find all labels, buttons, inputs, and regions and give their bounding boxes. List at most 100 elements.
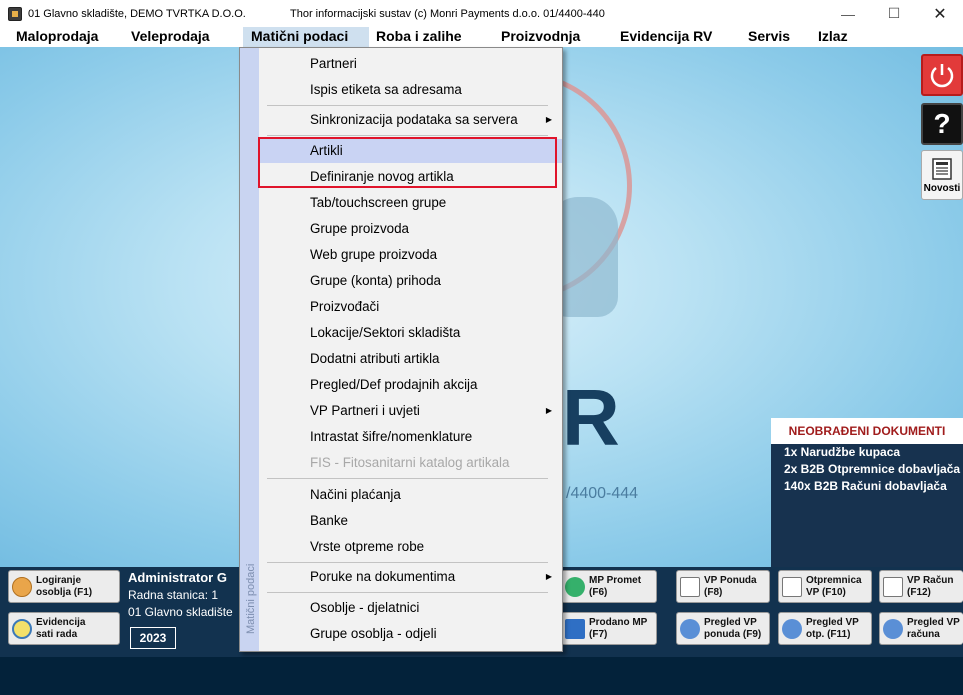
menu-servis[interactable]: Servis xyxy=(748,27,818,47)
window-title-center: Thor informacijski sustav (c) Monri Paym… xyxy=(290,7,605,20)
submenu-arrow-icon: ▶ xyxy=(545,572,552,581)
menu-item-web-grupe[interactable]: Web grupe proizvoda xyxy=(259,243,562,267)
title-bar: 01 Glavno skladište, DEMO TVRTKA D.O.O. … xyxy=(0,0,963,27)
user-name: Administrator G xyxy=(128,570,227,585)
docs-panel-title: NEOBRAĐENI DOKUMENTI xyxy=(771,418,963,444)
power-icon xyxy=(930,64,954,88)
power-button[interactable] xyxy=(921,54,963,96)
menu-item-tab-grupe[interactable]: Tab/touchscreen grupe xyxy=(259,191,562,215)
menu-side-strip: Matični podaci xyxy=(240,48,259,651)
window-controls: — ☐ ✕ xyxy=(825,0,963,27)
vp-invoices-overview-label: Pregled VP računa xyxy=(907,616,960,640)
menu-izlaz[interactable]: Izlaz xyxy=(818,27,868,47)
user-info: Administrator G Radna stanica: 1 01 Glav… xyxy=(128,570,233,619)
vp-invoices-overview-button[interactable]: Pregled VP računa xyxy=(879,612,963,645)
menu-evidencija-rv[interactable]: Evidencija RV xyxy=(620,27,748,47)
maticni-podaci-dropdown: Matični podaci Partneri Ispis etiketa sa… xyxy=(239,47,563,652)
menu-item-artikli[interactable]: Artikli xyxy=(259,139,562,163)
unprocessed-documents-panel: NEOBRAĐENI DOKUMENTI 1x Narudžbe kupaca … xyxy=(771,418,963,568)
docs-line-delivery-notes[interactable]: 2x B2B Otpremnice dobavljača xyxy=(771,461,963,478)
app-icon xyxy=(8,6,22,21)
menu-item-fis-katalog: FIS - Fitosanitarni katalog artikala xyxy=(310,455,510,470)
user-icon xyxy=(12,576,32,597)
menu-item-grupe-proizvoda[interactable]: Grupe proizvoda xyxy=(259,217,562,241)
news-button[interactable]: Novosti xyxy=(921,150,963,200)
logo-letter: R xyxy=(562,373,620,462)
menu-item-dodatni-atributi[interactable]: Dodatni atributi artikla xyxy=(259,347,562,371)
vp-offer-button[interactable]: VP Ponuda (F8) xyxy=(676,570,770,603)
watermark-phone: /4400-444 xyxy=(566,485,639,502)
menu-separator xyxy=(267,478,548,479)
menu-item-poruke[interactable]: Poruke na dokumentima ▶ xyxy=(259,565,562,589)
menu-item-prodajne-akcije[interactable]: Pregled/Def prodajnih akcija xyxy=(259,373,562,397)
menu-bar: Maloprodaja Veleprodaja Matični podaci R… xyxy=(0,27,963,47)
vp-offers-overview-label: Pregled VP ponuda (F9) xyxy=(704,616,762,640)
vp-invoice-button[interactable]: VP Račun (F12) xyxy=(879,570,963,603)
year-selector[interactable]: 2023 xyxy=(130,627,176,649)
status-footer xyxy=(0,657,963,695)
menu-item-banke[interactable]: Banke xyxy=(259,509,562,533)
menu-separator xyxy=(267,105,548,106)
menu-item-label: Sinkronizacija podataka sa servera xyxy=(310,112,518,127)
menu-item-definiranje-artikla[interactable]: Definiranje novog artikla xyxy=(259,165,562,189)
menu-item-grupe-osoblja[interactable]: Grupe osoblja - odjeli xyxy=(259,622,562,646)
menu-item-label: VP Partneri i uvjeti xyxy=(310,403,420,418)
magnifier-icon xyxy=(883,618,903,639)
time-tracking-button[interactable]: Evidencija sati rada xyxy=(8,612,120,645)
delivery-note-button[interactable]: Otpremnica VP (F10) xyxy=(778,570,872,603)
menu-item-lokacije[interactable]: Lokacije/Sektori skladišta xyxy=(259,321,562,345)
menu-item-partneri[interactable]: Partneri xyxy=(259,52,562,76)
menu-item-osoblje[interactable]: Osoblje - djelatnici xyxy=(259,596,562,620)
vp-invoice-label: VP Račun (F12) xyxy=(907,574,954,598)
clock-icon xyxy=(12,618,32,639)
delivery-notes-overview-label: Pregled VP otp. (F11) xyxy=(806,616,859,640)
menu-roba-i-zalihe[interactable]: Roba i zalihe xyxy=(376,27,494,47)
menu-item-proizvodaci[interactable]: Proizvođači xyxy=(259,295,562,319)
docs-line-orders[interactable]: 1x Narudžbe kupaca xyxy=(771,444,963,461)
menu-item-nacini-placanja[interactable]: Načini plaćanja xyxy=(259,483,562,507)
menu-item-grupe-prihoda[interactable]: Grupe (konta) prihoda xyxy=(259,269,562,293)
sold-mp-label: Prodano MP (F7) xyxy=(589,616,648,640)
pencil-document-icon xyxy=(883,576,903,597)
magnifier-icon xyxy=(680,618,700,639)
mp-promet-button[interactable]: MP Promet (F6) xyxy=(561,570,657,603)
mp-promet-label: MP Promet (F6) xyxy=(589,574,642,598)
window-title-left: 01 Glavno skladište, DEMO TVRTKA D.O.O. xyxy=(28,7,246,20)
maximize-button[interactable]: ☐ xyxy=(871,0,917,27)
vp-offers-overview-button[interactable]: Pregled VP ponuda (F9) xyxy=(676,612,770,645)
pencil-document-icon xyxy=(782,576,802,597)
staff-login-label: Logiranje osoblja (F1) xyxy=(36,574,93,598)
docs-line-invoices[interactable]: 140x B2B Računi dobavljača xyxy=(771,478,963,495)
workstation: Radna stanica: 1 xyxy=(128,588,219,602)
submenu-arrow-icon: ▶ xyxy=(545,115,552,124)
menu-item-intrastat[interactable]: Intrastat šifre/nomenklature xyxy=(259,425,562,449)
menu-separator xyxy=(267,562,548,563)
staff-login-button[interactable]: Logiranje osoblja (F1) xyxy=(8,570,120,603)
menu-separator xyxy=(267,592,548,593)
menu-maticni-podaci[interactable]: Matični podaci xyxy=(243,27,369,47)
warehouse: 01 Glavno skladište xyxy=(128,605,233,619)
menu-maloprodaja[interactable]: Maloprodaja xyxy=(16,27,123,47)
menu-item-vp-partneri[interactable]: VP Partneri i uvjeti ▶ xyxy=(259,399,562,423)
money-icon xyxy=(565,576,585,597)
document-list-icon xyxy=(565,618,585,639)
menu-strip-label: Matični podaci xyxy=(245,563,257,634)
pencil-document-icon xyxy=(680,576,700,597)
menu-item-sinkronizacija[interactable]: Sinkronizacija podataka sa servera ▶ xyxy=(259,108,562,132)
help-button[interactable]: ? xyxy=(921,103,963,145)
delivery-notes-overview-button[interactable]: Pregled VP otp. (F11) xyxy=(778,612,872,645)
menu-item-ispis-etiketa[interactable]: Ispis etiketa sa adresama xyxy=(259,78,562,102)
menu-item-vrste-otpreme[interactable]: Vrste otpreme robe xyxy=(259,535,562,559)
close-button[interactable]: ✕ xyxy=(917,0,963,27)
news-label: Novosti xyxy=(923,182,961,194)
minimize-button[interactable]: — xyxy=(825,0,871,27)
submenu-arrow-icon: ▶ xyxy=(545,406,552,415)
menu-veleprodaja[interactable]: Veleprodaja xyxy=(131,27,241,47)
menu-separator xyxy=(267,135,548,136)
menu-proizvodnja[interactable]: Proizvodnja xyxy=(501,27,611,47)
delivery-note-label: Otpremnica VP (F10) xyxy=(806,574,862,598)
magnifier-icon xyxy=(782,618,802,639)
sold-mp-button[interactable]: Prodano MP (F7) xyxy=(561,612,657,645)
menu-item-label: Poruke na dokumentima xyxy=(310,569,456,584)
question-icon: ? xyxy=(933,108,951,139)
